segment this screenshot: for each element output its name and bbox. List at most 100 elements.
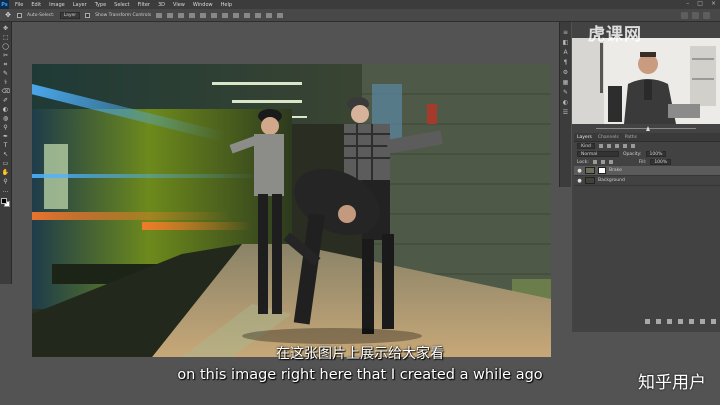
delete-layer-icon[interactable] [711, 319, 716, 324]
zoom-tool-icon[interactable]: ⚲ [2, 178, 10, 185]
visibility-eye-icon[interactable]: ● [577, 178, 582, 184]
gradient-tool-icon[interactable]: ◐ [2, 106, 10, 113]
properties-panel-icon[interactable]: ◧ [562, 40, 569, 46]
color-swatches[interactable] [1, 198, 10, 207]
adjustment-layer-icon[interactable] [678, 319, 683, 324]
layer-row-brake[interactable]: ● Brake [574, 166, 720, 176]
layers-panel-footer [574, 319, 720, 327]
paragraph-panel-icon[interactable]: ¶ [562, 60, 569, 66]
character-panel-icon[interactable]: A [562, 50, 569, 56]
adjustment-filter-icon[interactable] [606, 144, 611, 148]
menu-file[interactable]: File [15, 2, 23, 8]
layer-style-icon[interactable] [656, 319, 661, 324]
marquee-tool-icon[interactable]: ⬚ [2, 34, 10, 41]
brushes-panel-icon[interactable]: ✎ [562, 90, 569, 96]
dodge-tool-icon[interactable]: ⚲ [2, 124, 10, 131]
crop-tool-icon[interactable]: ✂ [2, 52, 10, 59]
presenter-video [572, 38, 720, 124]
menu-type[interactable]: Type [95, 2, 106, 8]
blur-tool-icon[interactable]: ◍ [2, 115, 10, 122]
tab-channels[interactable]: Channels [598, 135, 619, 140]
maximize-button[interactable]: □ [697, 0, 703, 7]
type-tool-icon[interactable]: T [2, 142, 10, 149]
move-icon[interactable]: ✥ [4, 11, 12, 19]
frame-tool-icon[interactable]: ⌗ [2, 61, 10, 68]
path-selection-tool-icon[interactable]: ↖ [2, 151, 10, 158]
add-mask-icon[interactable] [667, 319, 672, 324]
opacity-field[interactable]: 100% [645, 151, 667, 157]
navigator-zoom-slider[interactable] [576, 126, 716, 132]
workspace-controls [681, 12, 710, 19]
layer-kind-filter[interactable]: Kind [577, 143, 595, 149]
show-transform-checkbox[interactable] [85, 12, 91, 18]
distribute-center-icon[interactable] [266, 12, 273, 18]
distribute-right-icon[interactable] [277, 12, 284, 18]
actions-panel-icon[interactable]: ☰ [562, 110, 569, 116]
layer-name[interactable]: Background [598, 178, 625, 183]
foreground-color-swatch[interactable] [1, 198, 7, 204]
menu-view[interactable]: View [173, 2, 185, 8]
distribute-bottom-icon[interactable] [244, 12, 251, 18]
layer-row-background[interactable]: ● Background [574, 176, 720, 186]
smart-object-filter-icon[interactable] [630, 144, 635, 148]
layer-name[interactable]: Brake [609, 168, 622, 173]
menu-image[interactable]: Image [49, 2, 65, 8]
pen-tool-icon[interactable]: ✒ [2, 133, 10, 140]
menu-edit[interactable]: Edit [31, 2, 41, 8]
menu-filter[interactable]: Filter [138, 2, 150, 8]
adjustments-panel-icon[interactable]: ⚙ [562, 70, 569, 76]
fill-field[interactable]: 100% [650, 159, 672, 165]
history-panel-icon[interactable]: ≡ [562, 30, 569, 36]
distribute-left-icon[interactable] [255, 12, 262, 18]
align-bottom-icon[interactable] [178, 12, 185, 18]
swatches-panel-icon[interactable]: ▦ [562, 80, 569, 86]
blend-mode-dropdown[interactable]: Normal [577, 151, 619, 157]
auto-select-checkbox[interactable] [17, 12, 22, 18]
distribute-middle-icon[interactable] [233, 12, 240, 18]
tab-paths[interactable]: Paths [625, 135, 637, 140]
show-transform-label: Show Transform Controls [95, 12, 152, 18]
link-layers-icon[interactable] [645, 319, 650, 324]
auto-select-dropdown[interactable]: Layer [59, 11, 81, 19]
eraser-tool-icon[interactable]: ⌫ [2, 88, 10, 95]
align-right-icon[interactable] [211, 12, 218, 18]
new-layer-icon[interactable] [700, 319, 705, 324]
pixel-filter-icon[interactable] [598, 144, 603, 148]
menu-window[interactable]: Window [193, 2, 213, 8]
lasso-tool-icon[interactable]: ◯ [2, 43, 10, 50]
eyedropper-tool-icon[interactable]: ✎ [2, 70, 10, 77]
lock-pixels-icon[interactable] [592, 160, 597, 164]
hand-tool-icon[interactable]: ✋ [2, 169, 10, 176]
tab-layers[interactable]: Layers [577, 135, 592, 140]
healing-tool-icon[interactable]: ⚕ [2, 79, 10, 86]
type-filter-icon[interactable] [614, 144, 619, 148]
lock-all-icon[interactable] [608, 160, 613, 164]
align-left-icon[interactable] [189, 12, 196, 18]
workspace-icon[interactable] [692, 12, 699, 19]
new-group-icon[interactable] [689, 319, 694, 324]
share-icon[interactable] [703, 12, 710, 19]
layer-mask-thumbnail[interactable] [598, 167, 606, 174]
visibility-eye-icon[interactable]: ● [577, 168, 582, 174]
menu-help[interactable]: Help [221, 2, 232, 8]
distribute-top-icon[interactable] [222, 12, 229, 18]
lock-position-icon[interactable] [600, 160, 605, 164]
close-button[interactable]: × [711, 0, 716, 7]
menu-layer[interactable]: Layer [73, 2, 87, 8]
search-icon[interactable] [681, 12, 688, 19]
layer-thumbnail [585, 167, 595, 174]
minimize-button[interactable]: – [686, 0, 689, 7]
menu-select[interactable]: Select [114, 2, 129, 8]
more-tools-icon[interactable]: … [2, 187, 10, 194]
composite-photo[interactable] [32, 64, 551, 357]
menu-3d[interactable]: 3D [158, 2, 165, 8]
layers-panel: Layers Channels Paths Kind Normal Opacit… [574, 133, 720, 330]
move-tool-icon[interactable]: ✥ [2, 25, 10, 32]
align-top-icon[interactable] [156, 12, 163, 18]
align-center-icon[interactable] [200, 12, 207, 18]
shape-filter-icon[interactable] [622, 144, 627, 148]
rectangle-tool-icon[interactable]: ▭ [2, 160, 10, 167]
brush-tool-icon[interactable]: ✐ [2, 97, 10, 104]
align-middle-icon[interactable] [167, 12, 174, 18]
styles-panel-icon[interactable]: ◐ [562, 100, 569, 106]
